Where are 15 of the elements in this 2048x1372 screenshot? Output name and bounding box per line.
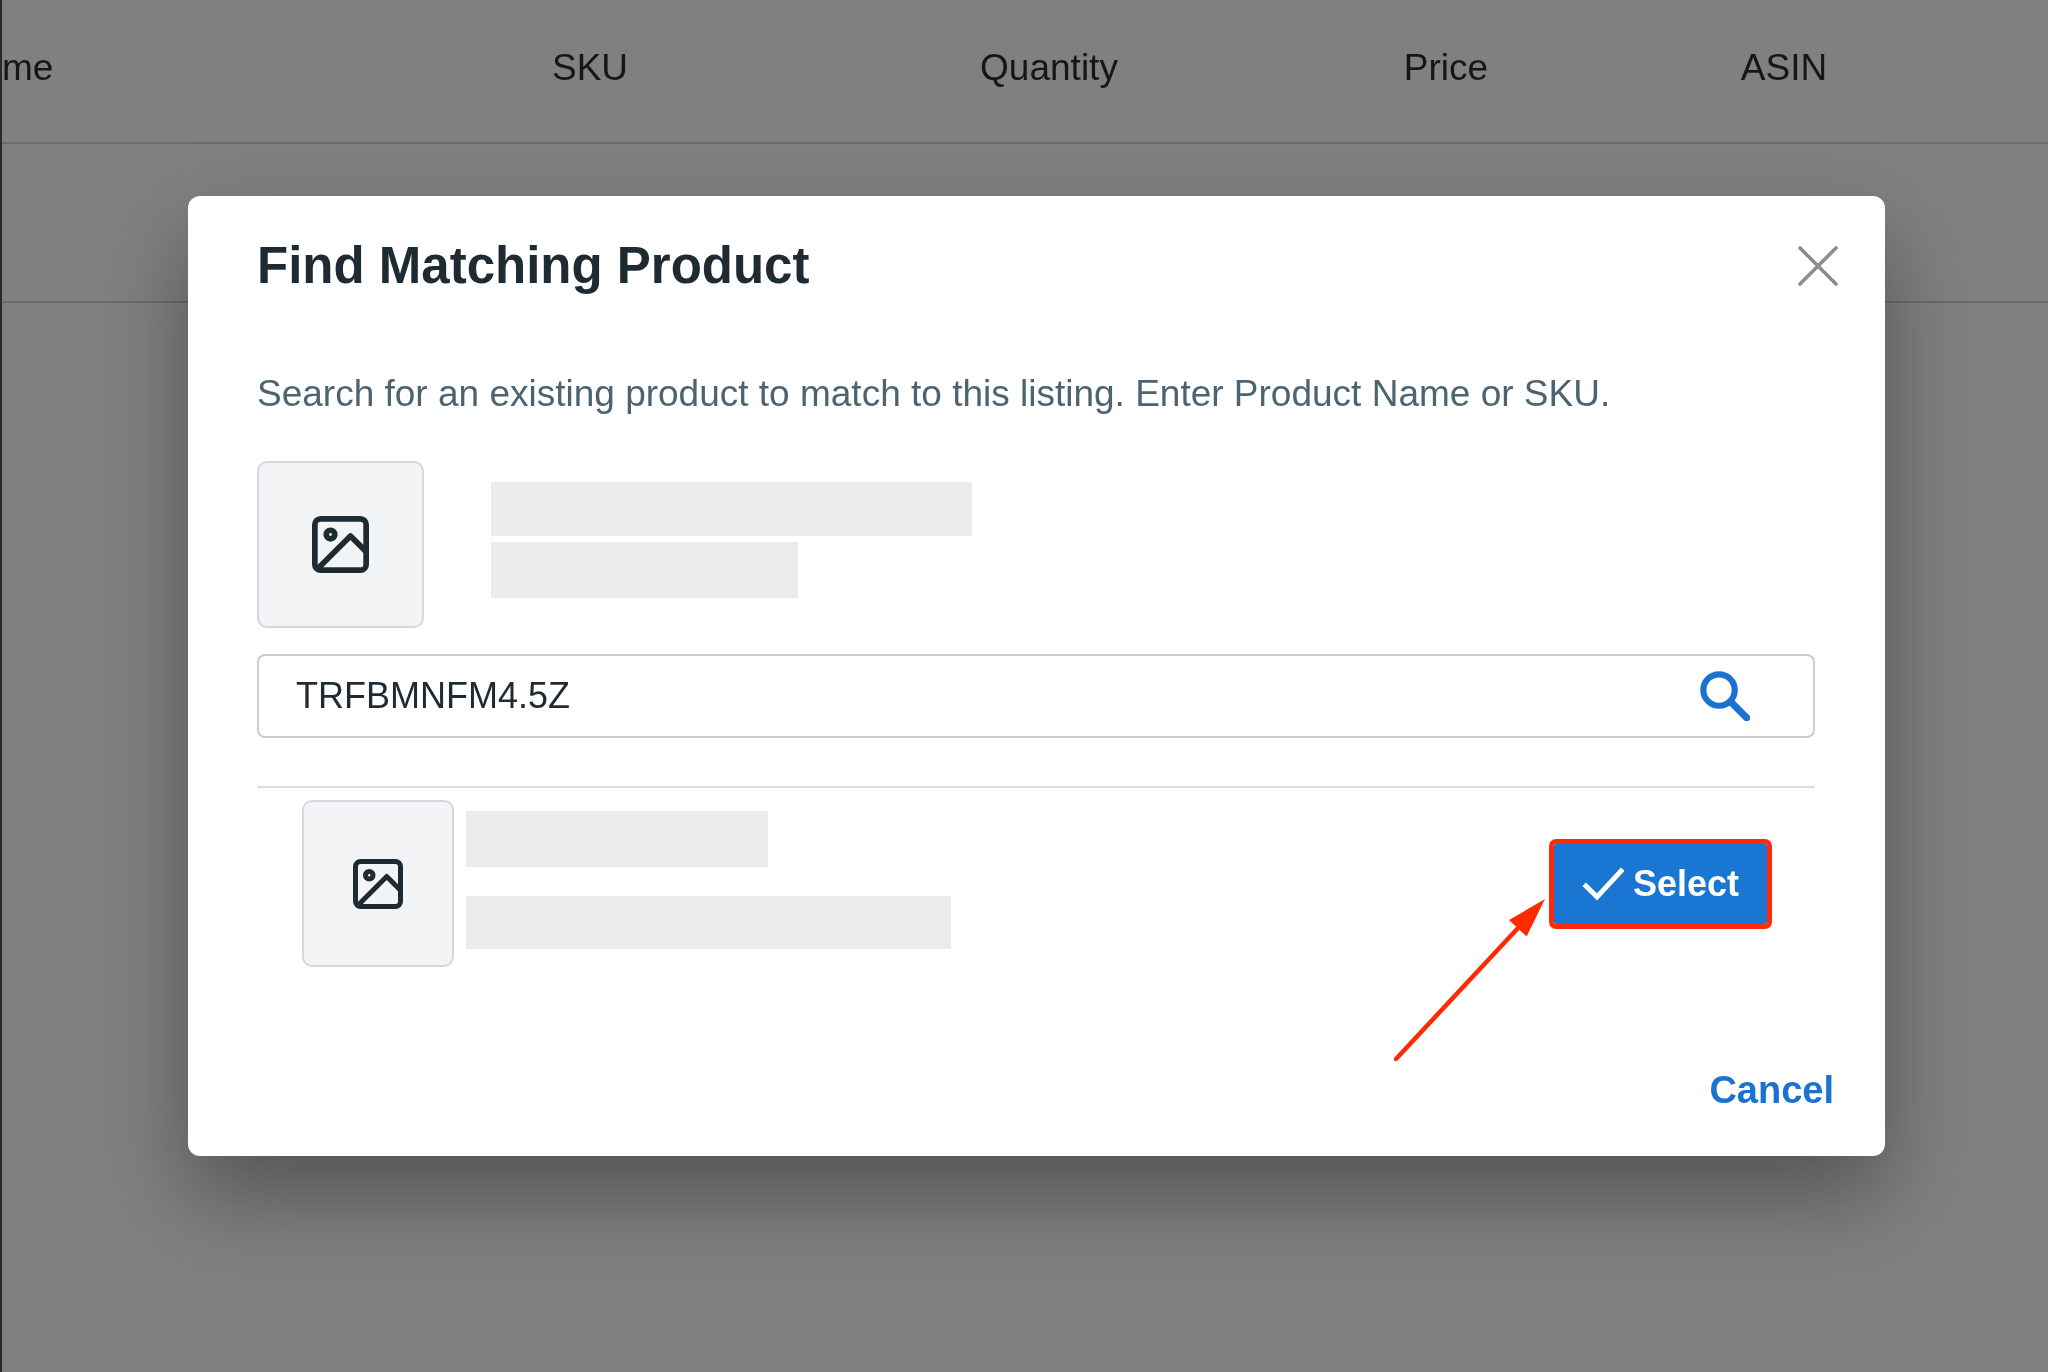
close-icon [1798,246,1838,286]
search-field[interactable]: TRFBMNFM4.5Z [257,654,1815,738]
column-header: me [2,46,54,90]
image-icon [312,516,369,573]
column-header: Price [1403,46,1489,90]
column-header: SKU [551,46,629,90]
cancel-button[interactable]: Cancel [1709,1068,1834,1112]
column-header: Quantity [980,46,1118,90]
dialog-description: Search for an existing product to match to this listing. Enter Product Name or SKU. [257,372,1612,416]
image-icon [353,858,403,909]
close-button[interactable] [1798,246,1838,286]
search-icon[interactable] [1700,671,1750,721]
dialog-title: Find Matching Product [257,236,810,296]
check-icon [1581,866,1624,901]
column-header: ASIN [1740,46,1828,90]
